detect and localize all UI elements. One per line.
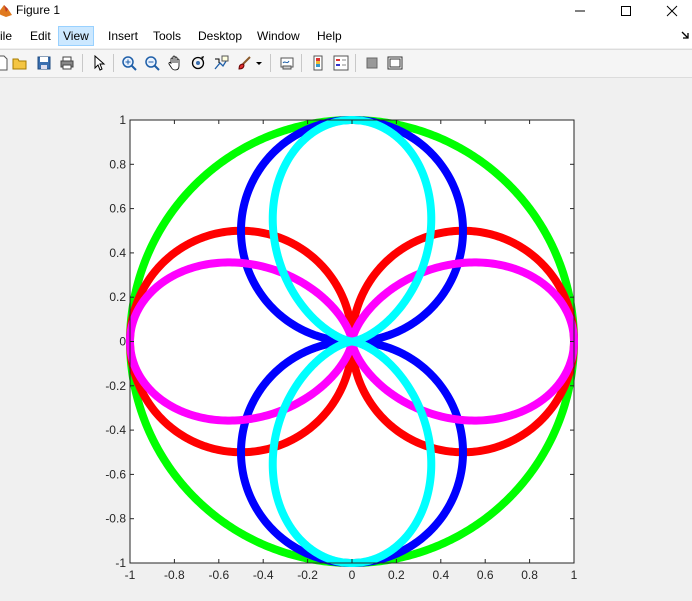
plot-svg: -1 -0.8 -0.6 -0.4 -0.2 0 0.2 0.4 0.6 0.8 1 -1 -0.8 -0…: [105, 113, 578, 582]
y-tick-label: -0.2: [105, 379, 126, 393]
figure-toolbar: [0, 49, 692, 78]
colorbar-button[interactable]: [308, 53, 328, 73]
x-tick-label: 0.8: [521, 568, 538, 582]
x-tick-label: 1: [571, 568, 578, 582]
x-tick-label: -0.6: [208, 568, 229, 582]
brush-icon: [238, 56, 251, 70]
zoom-out-icon: [145, 56, 160, 71]
link-plot-icon: [280, 57, 294, 70]
menu-insert[interactable]: Insert: [104, 26, 142, 46]
menu-bar: ile Edit View Insert Tools Desktop Windo…: [0, 22, 692, 48]
zoom-in-icon: [122, 56, 137, 71]
menu-file[interactable]: ile: [0, 26, 16, 46]
title-bar: Figure 1: [0, 0, 692, 22]
menu-window[interactable]: Window: [253, 26, 304, 46]
select-arrow-icon: [94, 55, 106, 71]
save-icon: [37, 56, 51, 70]
toolbar-separator: [301, 54, 302, 72]
maximize-icon: [621, 6, 631, 16]
dock-arrow-icon[interactable]: [681, 31, 690, 40]
y-tick-label: 0.2: [109, 290, 126, 304]
menu-help[interactable]: Help: [313, 26, 346, 46]
new-figure-icon: [0, 55, 8, 71]
y-tick-label: 0.4: [109, 246, 126, 260]
pan-button[interactable]: [165, 53, 185, 73]
save-button[interactable]: [34, 53, 54, 73]
select-arrow-button[interactable]: [89, 53, 109, 73]
minimize-icon: [575, 10, 585, 12]
data-cursor-icon: [214, 55, 229, 70]
show-plot-tools-button[interactable]: [385, 53, 405, 73]
matlab-logo-icon: [0, 5, 12, 17]
x-tick-label: 0.2: [388, 568, 405, 582]
menu-edit[interactable]: Edit: [26, 26, 55, 46]
hide-plot-tools-icon: [366, 57, 378, 69]
brush-dropdown-button[interactable]: [253, 53, 265, 73]
y-tick-label: -0.6: [105, 467, 126, 481]
menu-desktop[interactable]: Desktop: [194, 26, 246, 46]
open-file-button[interactable]: [10, 53, 30, 73]
x-tick-label: 0: [349, 568, 356, 582]
show-plot-tools-icon: [387, 56, 403, 70]
close-button[interactable]: [649, 0, 692, 22]
close-icon: [666, 5, 678, 17]
toolbar-separator: [355, 54, 356, 72]
minimize-button[interactable]: [557, 0, 603, 22]
print-button[interactable]: [57, 53, 77, 73]
figure-canvas: -1 -0.8 -0.6 -0.4 -0.2 0 0.2 0.4 0.6 0.8 1 -1 -0.8 -0…: [0, 78, 692, 601]
toolbar-separator: [82, 54, 83, 72]
toolbar-separator: [270, 54, 271, 72]
y-tick-label: -0.8: [105, 512, 126, 526]
dropdown-arrow-icon: [256, 62, 262, 65]
zoom-out-button[interactable]: [142, 53, 162, 73]
open-file-icon: [12, 58, 27, 70]
y-tick-label: 0: [119, 335, 126, 349]
x-tick-label: -0.4: [253, 568, 274, 582]
zoom-in-button[interactable]: [119, 53, 139, 73]
hide-plot-tools-button[interactable]: [362, 53, 382, 73]
data-cursor-button[interactable]: [211, 53, 231, 73]
colorbar-icon: [313, 55, 323, 71]
legend-button[interactable]: [331, 53, 351, 73]
toolbar-separator: [113, 54, 114, 72]
y-tick-label: 0.6: [109, 202, 126, 216]
brush-button[interactable]: [234, 53, 254, 73]
menu-view[interactable]: View: [58, 26, 94, 46]
x-tick-label: -0.2: [297, 568, 318, 582]
rotate-3d-button[interactable]: [188, 53, 208, 73]
x-tick-label: 0.4: [432, 568, 449, 582]
window-title: Figure 1: [16, 3, 61, 17]
y-tick-label: 0.8: [109, 157, 126, 171]
rotate-3d-icon: [191, 56, 205, 70]
menu-tools[interactable]: Tools: [149, 26, 185, 46]
x-tick-label: -0.8: [164, 568, 185, 582]
x-tick-label: 0.6: [477, 568, 494, 582]
link-plot-button[interactable]: [277, 53, 297, 73]
y-tick-label: 1: [119, 113, 126, 127]
print-icon: [60, 56, 74, 70]
maximize-button[interactable]: [603, 0, 649, 22]
x-tick-label: -1: [125, 568, 136, 582]
pan-hand-icon: [168, 55, 180, 71]
y-tick-label: -1: [115, 556, 126, 570]
y-tick-label: -0.4: [105, 423, 126, 437]
legend-icon: [333, 55, 349, 71]
